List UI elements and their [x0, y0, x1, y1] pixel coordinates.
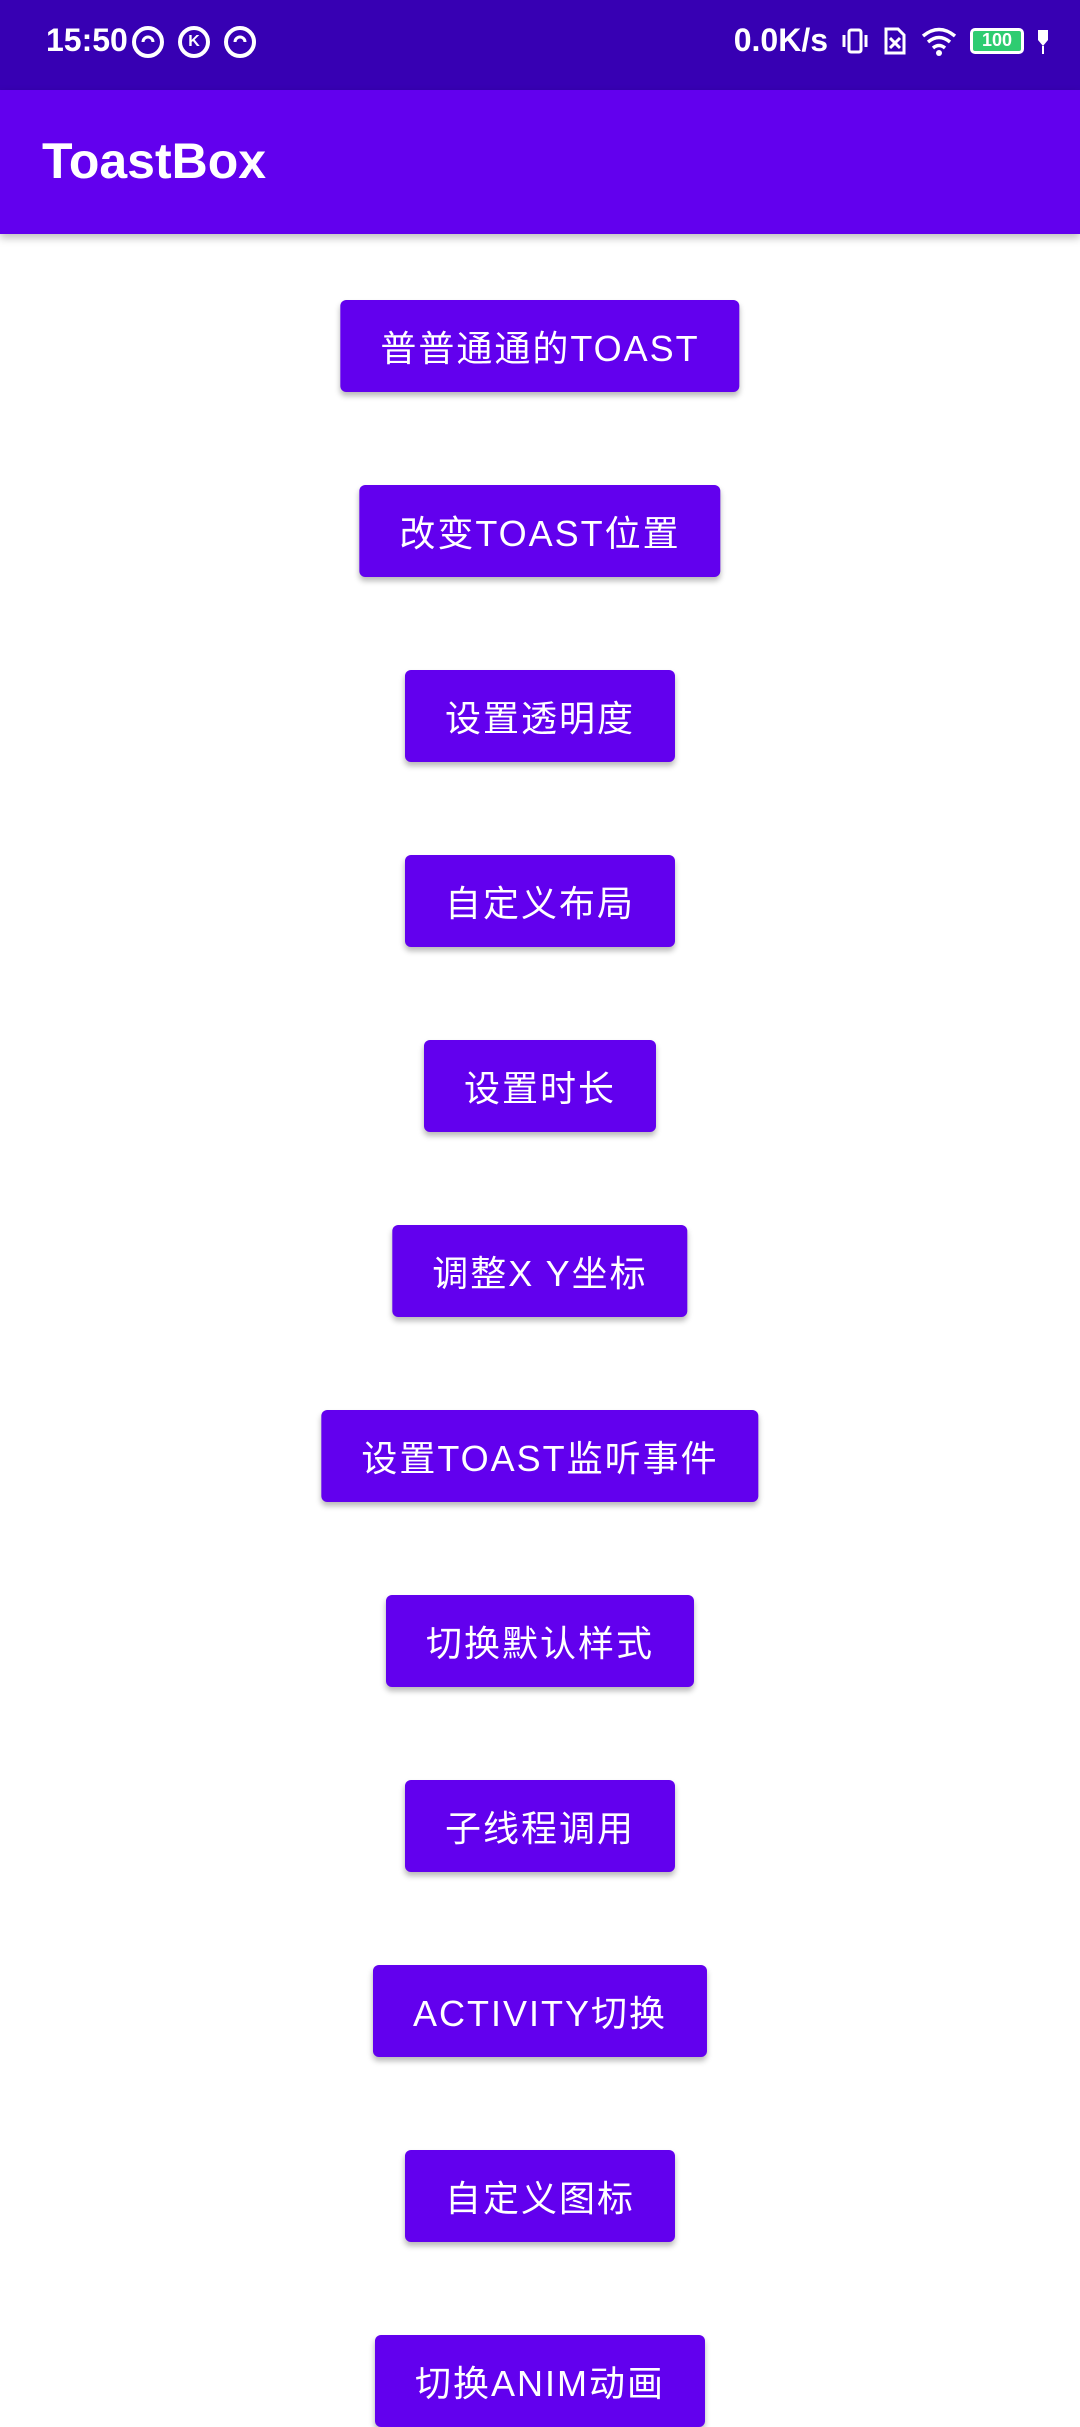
sync-icon — [132, 26, 164, 58]
custom-layout-button[interactable]: 自定义布局 — [404, 855, 676, 947]
sub-thread-call-button[interactable]: 子线程调用 — [404, 1780, 676, 1872]
notification-icons: K — [132, 26, 256, 58]
net-speed: 0.0K/s — [733, 22, 828, 58]
set-opacity-button[interactable]: 设置透明度 — [404, 670, 676, 762]
activity-switch-button[interactable]: ACTIVITY切换 — [372, 1965, 708, 2057]
set-duration-button[interactable]: 设置时长 — [423, 1040, 657, 1132]
custom-icon-button[interactable]: 自定义图标 — [404, 2150, 676, 2242]
no-sim-icon — [884, 27, 906, 54]
battery-icon: 100 — [970, 27, 1024, 54]
switch-anim-button[interactable]: 切换ANIM动画 — [374, 2335, 706, 2427]
sync-icon — [224, 26, 256, 58]
k-icon: K — [178, 26, 210, 58]
status-time: 15:50 — [46, 22, 128, 58]
charging-icon — [1038, 29, 1048, 54]
adjust-xy-button[interactable]: 调整X Y坐标 — [392, 1225, 688, 1317]
status-bar: 15:50 K 0.0K/s 100 — [0, 0, 1080, 90]
toast-listener-button[interactable]: 设置TOAST监听事件 — [321, 1410, 759, 1502]
app-bar: ToastBox — [0, 90, 1080, 234]
change-position-button[interactable]: 改变TOAST位置 — [359, 485, 721, 577]
app-title: ToastBox — [42, 133, 267, 189]
wifi-icon — [921, 27, 957, 56]
vibrate-icon — [842, 28, 868, 53]
status-right: 0.0K/s 100 — [734, 22, 1050, 59]
switch-default-style-button[interactable]: 切换默认样式 — [385, 1595, 695, 1687]
normal-toast-button[interactable]: 普普通通的TOAST — [340, 300, 740, 392]
